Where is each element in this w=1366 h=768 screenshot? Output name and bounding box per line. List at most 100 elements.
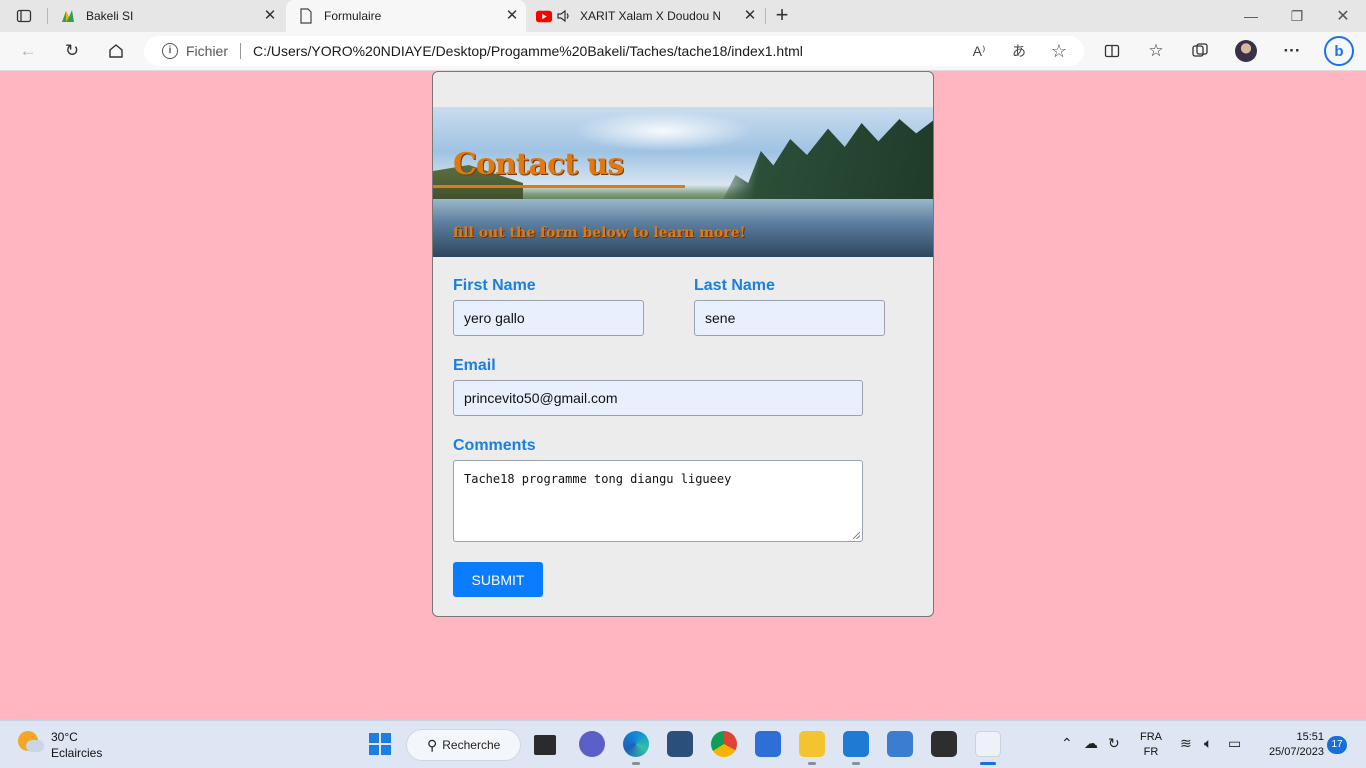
resize-grip-icon[interactable] [853,532,860,539]
comments-textarea[interactable]: Tache18 programme tong diangu ligueey [453,460,863,542]
comments-text: Tache18 programme tong diangu ligueey [464,472,732,486]
tab-actions-icon [16,9,32,23]
bakeli-favicon-icon [60,8,76,24]
running-indicator [808,762,816,765]
contact-form-card: Contact us fill out the form below to le… [432,71,934,617]
active-indicator [980,762,996,765]
home-button[interactable] [101,37,131,65]
file-explorer-icon[interactable] [799,731,825,757]
language-code: FRA [1140,731,1162,743]
split-screen-button[interactable] [1097,37,1127,65]
refresh-button[interactable]: ↻ [57,37,87,65]
weather-icon[interactable] [18,731,44,757]
wifi-icon[interactable]: ≋ [1180,735,1192,752]
close-tab-icon[interactable]: ✕ [504,8,520,24]
notification-badge[interactable]: 17 [1327,736,1347,754]
tab-label: XARIT Xalam X Doudou Ndi [580,9,720,23]
start-icon[interactable] [367,731,393,757]
scheme-label: Fichier [186,43,229,59]
more-dots-icon: ··· [1283,41,1301,60]
snipping-tool-icon[interactable] [975,731,1001,757]
edge-icon[interactable] [623,731,649,757]
submit-button[interactable]: SUBMIT [453,562,543,597]
profile-avatar[interactable] [1235,40,1257,62]
favorites-button[interactable]: ☆ [1141,37,1171,65]
tab-separator [765,8,766,24]
chrome-icon[interactable] [711,731,737,757]
tab-label: Bakeli SI [86,9,134,23]
tab-youtube[interactable]: XARIT Xalam X Doudou Ndi ✕ [526,0,764,32]
email-label: Email [453,357,496,374]
address-bar[interactable]: i Fichier C:/Users/YORO%20NDIAYE/Desktop… [144,36,1084,66]
teams-icon[interactable] [579,731,605,757]
store-icon[interactable] [755,731,781,757]
volume-icon[interactable]: 🔈︎ [1204,735,1212,752]
hero-forest [723,119,933,199]
weather-temperature[interactable]: 30°C [51,730,78,744]
collections-button[interactable] [1185,37,1215,65]
hero-banner-image: Contact us fill out the form below to le… [433,107,933,257]
read-aloud-icon[interactable]: A⁾ [968,40,990,62]
split-screen-icon [1104,44,1120,58]
virtualbox-icon[interactable] [667,731,693,757]
close-tab-icon[interactable]: ✕ [742,8,758,24]
speaker-icon[interactable] [556,8,572,24]
new-tab-button[interactable]: + [770,4,794,28]
clock-date: 25/07/2023 [1268,746,1324,758]
system-clock[interactable]: 15:51 25/07/2023 [1258,730,1324,760]
back-button[interactable]: ← [13,37,43,65]
show-hidden-icons-chevron-icon[interactable]: ⌃ [1061,735,1073,752]
vscode-icon[interactable] [843,731,869,757]
task-view-icon[interactable] [534,735,556,755]
tab-label: Formulaire [324,9,382,23]
comments-label: Comments [453,437,536,454]
battery-icon[interactable]: ▭ [1228,735,1241,752]
clock-time: 15:51 [1296,731,1324,743]
email-input[interactable]: princevito50@gmail.com [453,380,863,416]
back-arrow-icon: ← [19,41,37,60]
minimize-button[interactable]: — [1228,0,1274,32]
favorite-star-icon[interactable]: ☆ [1048,40,1070,62]
taskbar-search[interactable]: ⚲ Recherche [406,729,521,761]
address-separator [240,43,242,59]
language-indicator[interactable]: FRA FR [1140,730,1162,760]
taskbar-search-label: Recherche [442,738,501,752]
network-alert-icon[interactable]: ☁ [1084,735,1098,752]
last-name-input[interactable]: sene [694,300,885,336]
terminal-icon[interactable] [931,731,957,757]
first-name-input[interactable]: yero gallo [453,300,644,336]
close-window-button[interactable]: ✕ [1320,0,1366,32]
hero-subtitle: fill out the form below to learn more! [453,225,746,241]
url-text[interactable]: C:/Users/YORO%20NDIAYE/Desktop/Progamme%… [253,43,803,59]
bing-copilot-button[interactable]: b [1324,36,1354,66]
plus-icon: + [775,2,789,27]
bing-icon: b [1334,42,1344,60]
collections-icon [1192,43,1208,57]
last-name-label: Last Name [694,277,775,294]
first-name-label: First Name [453,277,536,294]
restore-icon: ❐ [1290,7,1304,24]
refresh-icon: ↻ [64,41,80,60]
tab-formulaire[interactable]: Formulaire ✕ [286,0,526,32]
windows-taskbar: 30°C Eclaircies ⚲ Recherche ⌃ ☁ ↻ FRA FR… [0,720,1366,768]
browser-toolbar: ← ↻ i Fichier C:/Users/YORO%20NDIAYE/Des… [0,32,1366,71]
weather-description[interactable]: Eclaircies [51,746,102,760]
tab-bakeli[interactable]: Bakeli SI ✕ [48,0,284,32]
search-icon: ⚲ [427,736,438,753]
home-icon [109,44,123,58]
close-icon: ✕ [1336,8,1350,25]
tab-strip: Bakeli SI ✕ Formulaire ✕ XARIT Xalam X D… [0,0,1366,32]
favorites-icon: ☆ [1148,41,1164,60]
sync-icon[interactable]: ↻ [1108,735,1120,752]
notepad-icon[interactable] [887,731,913,757]
tab-actions-button[interactable] [8,5,40,27]
restore-button[interactable]: ❐ [1274,0,1320,32]
document-favicon-icon [298,8,314,24]
info-icon[interactable]: i [162,43,178,59]
minimize-icon: — [1244,8,1258,24]
youtube-favicon-icon [536,8,552,24]
close-tab-icon[interactable]: ✕ [262,8,278,24]
running-indicator [852,762,860,765]
translate-icon[interactable]: あ [1008,40,1030,62]
more-menu-button[interactable]: ··· [1277,37,1307,65]
